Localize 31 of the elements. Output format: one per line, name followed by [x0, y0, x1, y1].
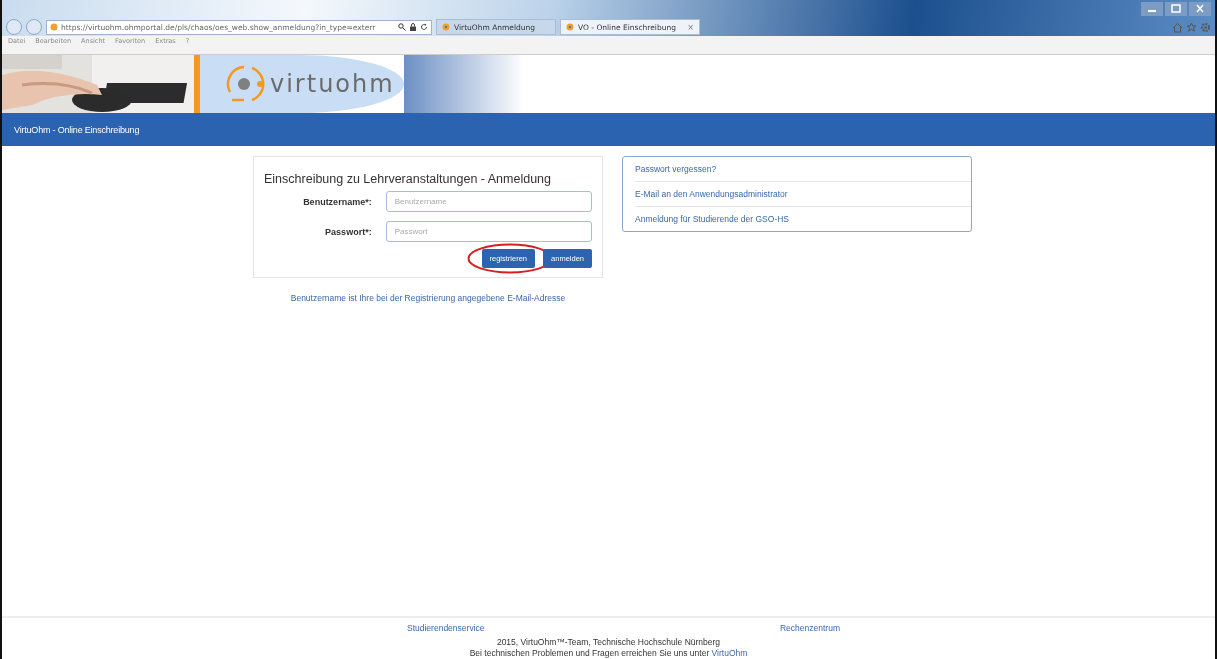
footer-link[interactable]: Rechenzentrum	[780, 623, 840, 633]
refresh-icon[interactable]	[420, 23, 428, 31]
copyright-text: 2015, VirtuOhm™-Team, Technische Hochschule Nürnberg	[495, 637, 722, 648]
logo-text: virtuohm	[270, 70, 395, 98]
form-title: Einschreibung zu Lehrveranstaltungen - Anmeldung	[264, 172, 552, 186]
site-icon	[566, 23, 574, 31]
contact-link[interactable]: VirtuOhm	[711, 648, 748, 658]
input-field[interactable]: Benutzername	[385, 191, 592, 212]
minimize-icon[interactable]	[1141, 2, 1163, 16]
contact-text: Bei technischen Problemen und Fragen erreichen Sie uns unter VirtuOhm	[468, 648, 749, 659]
panel-link[interactable]: E-Mail an den Anwendungsadministrator	[635, 181, 971, 206]
navbar-title[interactable]: VirtuOhm - Online Einschreibung	[14, 124, 140, 135]
close-tab-icon[interactable]: ×	[687, 22, 694, 32]
site-icon	[50, 23, 58, 31]
close-icon[interactable]	[1189, 2, 1211, 16]
site-icon	[442, 23, 450, 31]
field-label: Benutzername*:	[302, 196, 373, 207]
hint-text: Benutzername ist Ihre bei der Registrierung angegebene E-Mail-Adresse	[290, 293, 566, 303]
star-icon[interactable]	[1186, 21, 1197, 33]
field-label: Passwort*:	[324, 226, 373, 237]
settings-icon[interactable]	[1200, 21, 1211, 33]
search-icon[interactable]	[398, 23, 406, 31]
footer-link[interactable]: Studierendenservice	[407, 623, 485, 633]
panel-link[interactable]: Anmeldung für Studierende der GSO-HS	[635, 206, 971, 231]
input-field[interactable]: Passwort	[385, 221, 592, 242]
home-icon[interactable]	[1172, 21, 1183, 33]
maximize-icon[interactable]	[1165, 2, 1187, 16]
lock-icon	[409, 23, 417, 31]
panel-link[interactable]: Passwort vergessen?	[635, 157, 971, 181]
forward-button[interactable]	[26, 19, 42, 35]
back-button[interactable]	[6, 19, 22, 35]
